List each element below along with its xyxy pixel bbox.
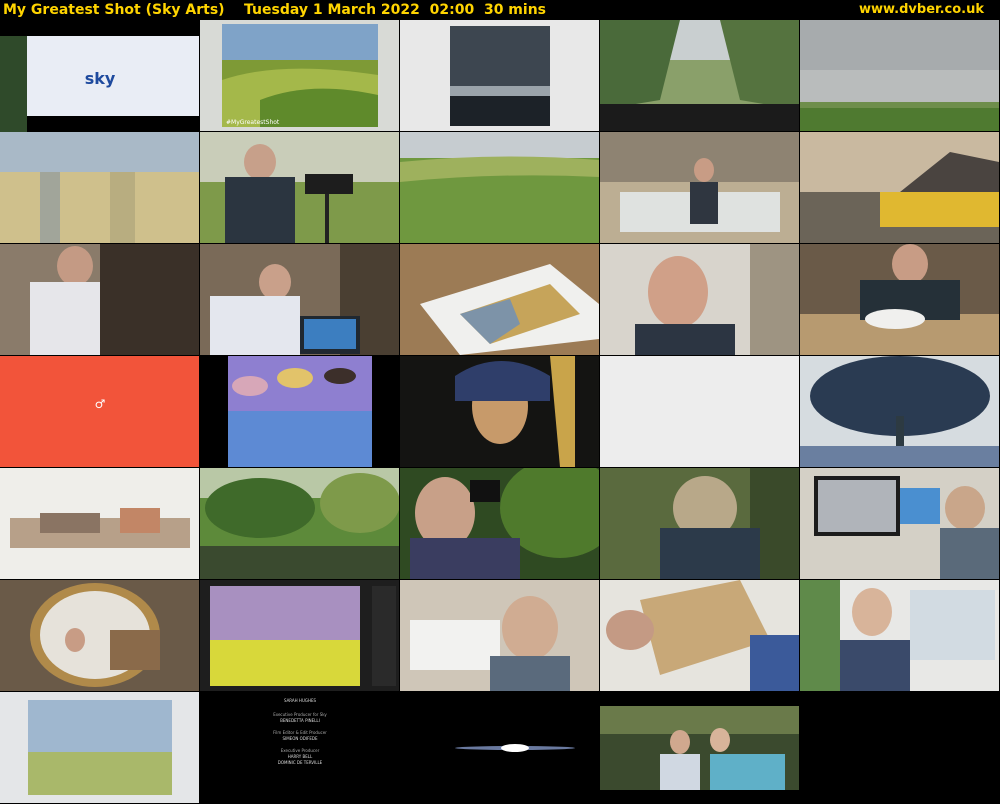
credit-line-1: SARAH HUGHES <box>284 698 317 703</box>
thumbnail-23[interactable] <box>400 468 599 579</box>
credit-line-5: SIMEON ODIFEDE <box>283 736 318 741</box>
thumbnail-21[interactable] <box>0 468 199 579</box>
thumbnail-1[interactable]: sky <box>0 36 199 147</box>
thumbnail-33[interactable] <box>400 692 599 803</box>
thumbnail-2[interactable]: #MyGreatestShot <box>200 20 399 131</box>
thumbnail-9[interactable] <box>600 132 799 243</box>
thumbnail-27[interactable] <box>200 580 399 691</box>
header-bar: My Greatest Shot (Sky Arts) Tuesday 1 Ma… <box>0 0 1000 20</box>
thumbnail-11[interactable] <box>0 244 199 355</box>
thumbnail-watermark: #MyGreatestShot <box>226 119 280 126</box>
thumbnail-25[interactable] <box>800 468 999 579</box>
sky-logo: sky <box>85 69 116 88</box>
thumbnail-grid: sky #MyGreatestShot ♂ SARAH HUGHES Execu… <box>0 20 1000 804</box>
thumbnail-19[interactable] <box>600 356 799 467</box>
credit-line-4: Film Editor & Edit Producer <box>273 730 327 735</box>
credit-line-7: HARRY BELL <box>288 754 313 759</box>
thumbnail-6[interactable] <box>0 132 199 243</box>
thumbnail-17[interactable] <box>200 356 399 467</box>
credit-line-8: DOMINIC DE TERVILLE <box>278 760 323 765</box>
thumbnail-28[interactable] <box>400 580 599 691</box>
thumbnail-31[interactable] <box>0 692 199 803</box>
thumbnail-26[interactable] <box>0 580 199 691</box>
thumbnail-15[interactable] <box>800 244 999 355</box>
thumbnail-16[interactable]: ♂ <box>0 356 199 467</box>
thumbnail-18[interactable] <box>400 356 599 467</box>
thumbnail-30[interactable] <box>800 580 999 691</box>
site-link[interactable]: www.dvber.co.uk <box>859 0 984 20</box>
thumbnail-22[interactable] <box>200 468 399 579</box>
thumbnail-34[interactable] <box>600 692 799 803</box>
thumbnail-4[interactable] <box>600 20 799 131</box>
thumbnail-5[interactable] <box>800 20 999 131</box>
thumbnail-10[interactable] <box>800 132 999 243</box>
thumbnail-13[interactable] <box>400 244 599 355</box>
thumbnail-12[interactable] <box>200 244 399 355</box>
thumbnail-24[interactable] <box>600 468 799 579</box>
thumbnail-14[interactable] <box>600 244 799 355</box>
thumbnail-3[interactable] <box>400 20 599 131</box>
thumbnail-32[interactable]: SARAH HUGHES Executive Producer for Sky … <box>200 692 399 803</box>
thumbnail-8[interactable] <box>400 132 599 243</box>
thumbnail-7[interactable] <box>200 132 399 243</box>
thumbnail-20[interactable] <box>800 356 999 467</box>
thumbnail-29[interactable] <box>600 580 799 691</box>
credit-line-2: Executive Producer for Sky <box>273 712 327 717</box>
credit-line-6: Executive Producer <box>281 748 320 753</box>
credit-line-3: BENEDETTA PINELLI <box>280 718 320 723</box>
programme-title: My Greatest Shot (Sky Arts) Tuesday 1 Ma… <box>3 2 546 18</box>
female-symbol-icon: ♂ <box>95 397 106 411</box>
